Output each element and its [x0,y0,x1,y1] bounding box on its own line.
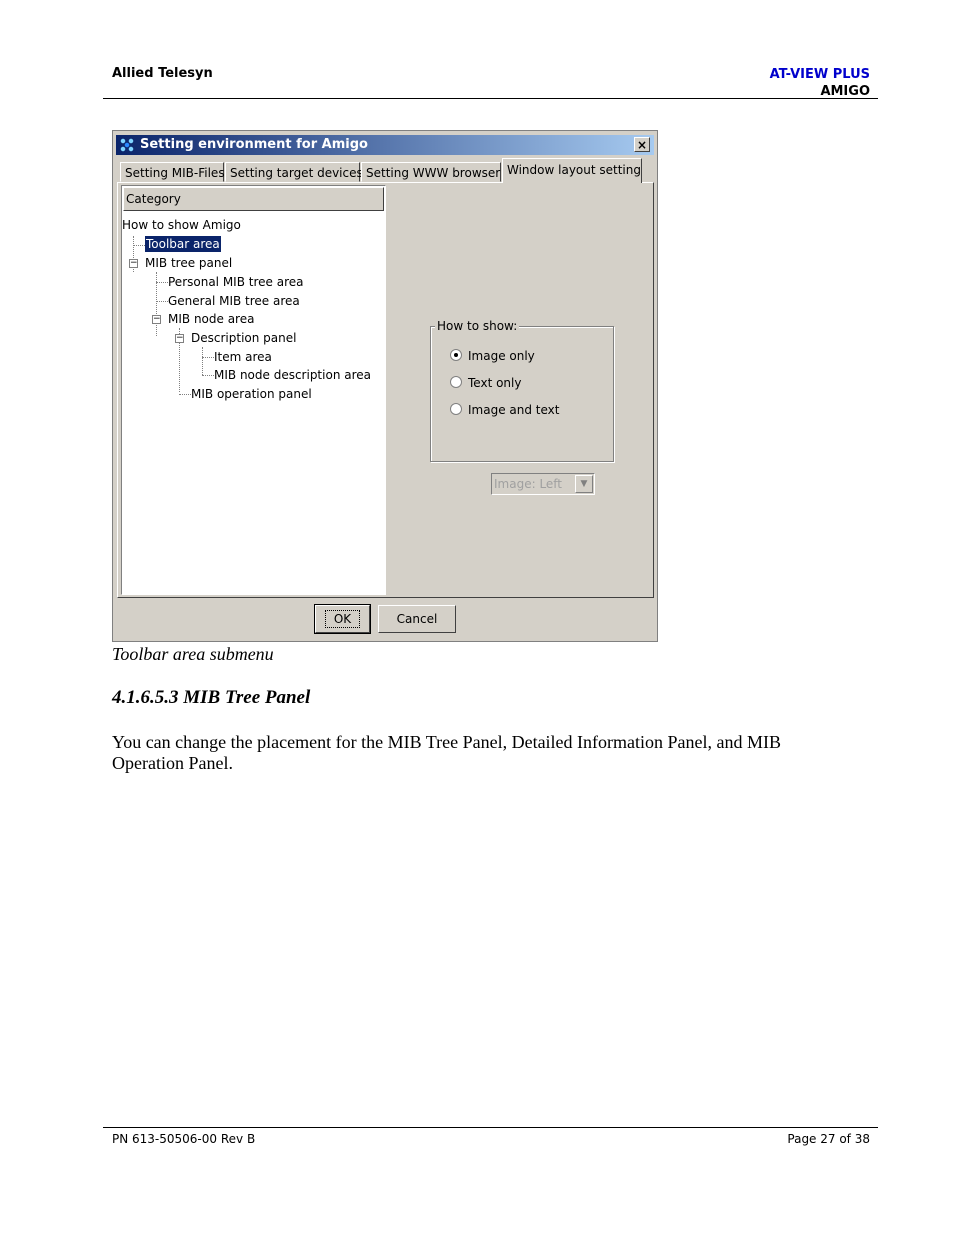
how-to-show-group [430,326,614,462]
chevron-down-icon[interactable]: ▼ [575,475,593,493]
tree-item-mib-operation-panel[interactable]: MIB operation panel [191,386,312,402]
ok-button-label: OK [324,610,361,628]
body-paragraph: You can change the placement for the MIB… [112,732,782,773]
tree-connector [156,282,168,283]
footer-rule [103,1127,878,1128]
tree-item-personal-mib-tree-area[interactable]: Personal MIB tree area [168,274,303,290]
header-product: AT-VIEW PLUS [769,67,870,82]
category-header: Category [123,187,384,211]
tab-setting-www-browser[interactable]: Setting WWW browser [361,162,501,182]
close-button[interactable]: × [634,137,650,152]
image-position-select[interactable]: Image: Left ▼ [491,473,595,495]
tree-connector [202,375,214,376]
header-product-block: AT-VIEW PLUS AMIGO [770,66,870,100]
radio-image-and-text[interactable] [450,403,462,415]
radio-image-only[interactable] [450,349,462,361]
how-to-show-label: How to show: [435,319,520,333]
tree-item-general-mib-tree-area[interactable]: General MIB tree area [168,293,300,309]
footer-part-number: PN 613-50506-00 Rev B [112,1132,256,1146]
tree-connector [202,357,214,358]
tree-connector [179,394,191,395]
cancel-button[interactable]: Cancel [378,605,456,633]
tree-item-item-area[interactable]: Item area [214,349,272,365]
tree-connector [202,347,203,375]
tree-item-mib-node-description-area[interactable]: MIB node description area [214,367,371,383]
collapse-icon[interactable]: − [175,334,184,343]
ok-button[interactable]: OK [314,604,371,634]
tree-item-mib-tree-panel[interactable]: MIB tree panel [145,255,232,271]
footer-page-number: Page 27 of 38 [787,1132,870,1146]
image-position-value: Image: Left [494,477,563,491]
radio-image-only-label[interactable]: Image only [468,349,535,363]
radio-text-only-label[interactable]: Text only [468,376,521,390]
settings-dialog: Setting environment for Amigo × Setting … [112,130,658,642]
header-company: Allied Telesyn [112,66,213,81]
tab-setting-target-devices[interactable]: Setting target devices [225,162,363,182]
tree-connector [133,245,145,246]
collapse-icon[interactable]: − [152,315,161,324]
tree-connector [156,301,168,302]
collapse-icon[interactable]: − [129,259,138,268]
radio-text-only[interactable] [450,376,462,388]
tree-item-mib-node-area[interactable]: MIB node area [168,311,254,327]
section-heading: 4.1.6.5.3 MIB Tree Panel [112,687,311,708]
header-rule [103,98,878,99]
close-icon: × [636,138,648,152]
tab-window-layout-setting[interactable]: Window layout setting [502,158,642,183]
tree-item-description-panel[interactable]: Description panel [191,330,296,346]
radio-image-and-text-label[interactable]: Image and text [468,403,559,417]
tree-item-toolbar-area[interactable]: Toolbar area [145,236,221,252]
tab-panel: Category − − − How to show Amigo Toolbar… [117,182,654,598]
figure-caption: Toolbar area submenu [112,644,274,664]
tab-setting-mib-files[interactable]: Setting MIB-Files [120,162,225,182]
dialog-titlebar[interactable]: Setting environment for Amigo × [116,135,654,155]
tree-item-how-to-show-amigo[interactable]: How to show Amigo [122,217,241,233]
app-icon [119,137,135,153]
dialog-title: Setting environment for Amigo [140,137,368,152]
category-tree[interactable]: Category − − − How to show Amigo Toolbar… [121,185,386,595]
